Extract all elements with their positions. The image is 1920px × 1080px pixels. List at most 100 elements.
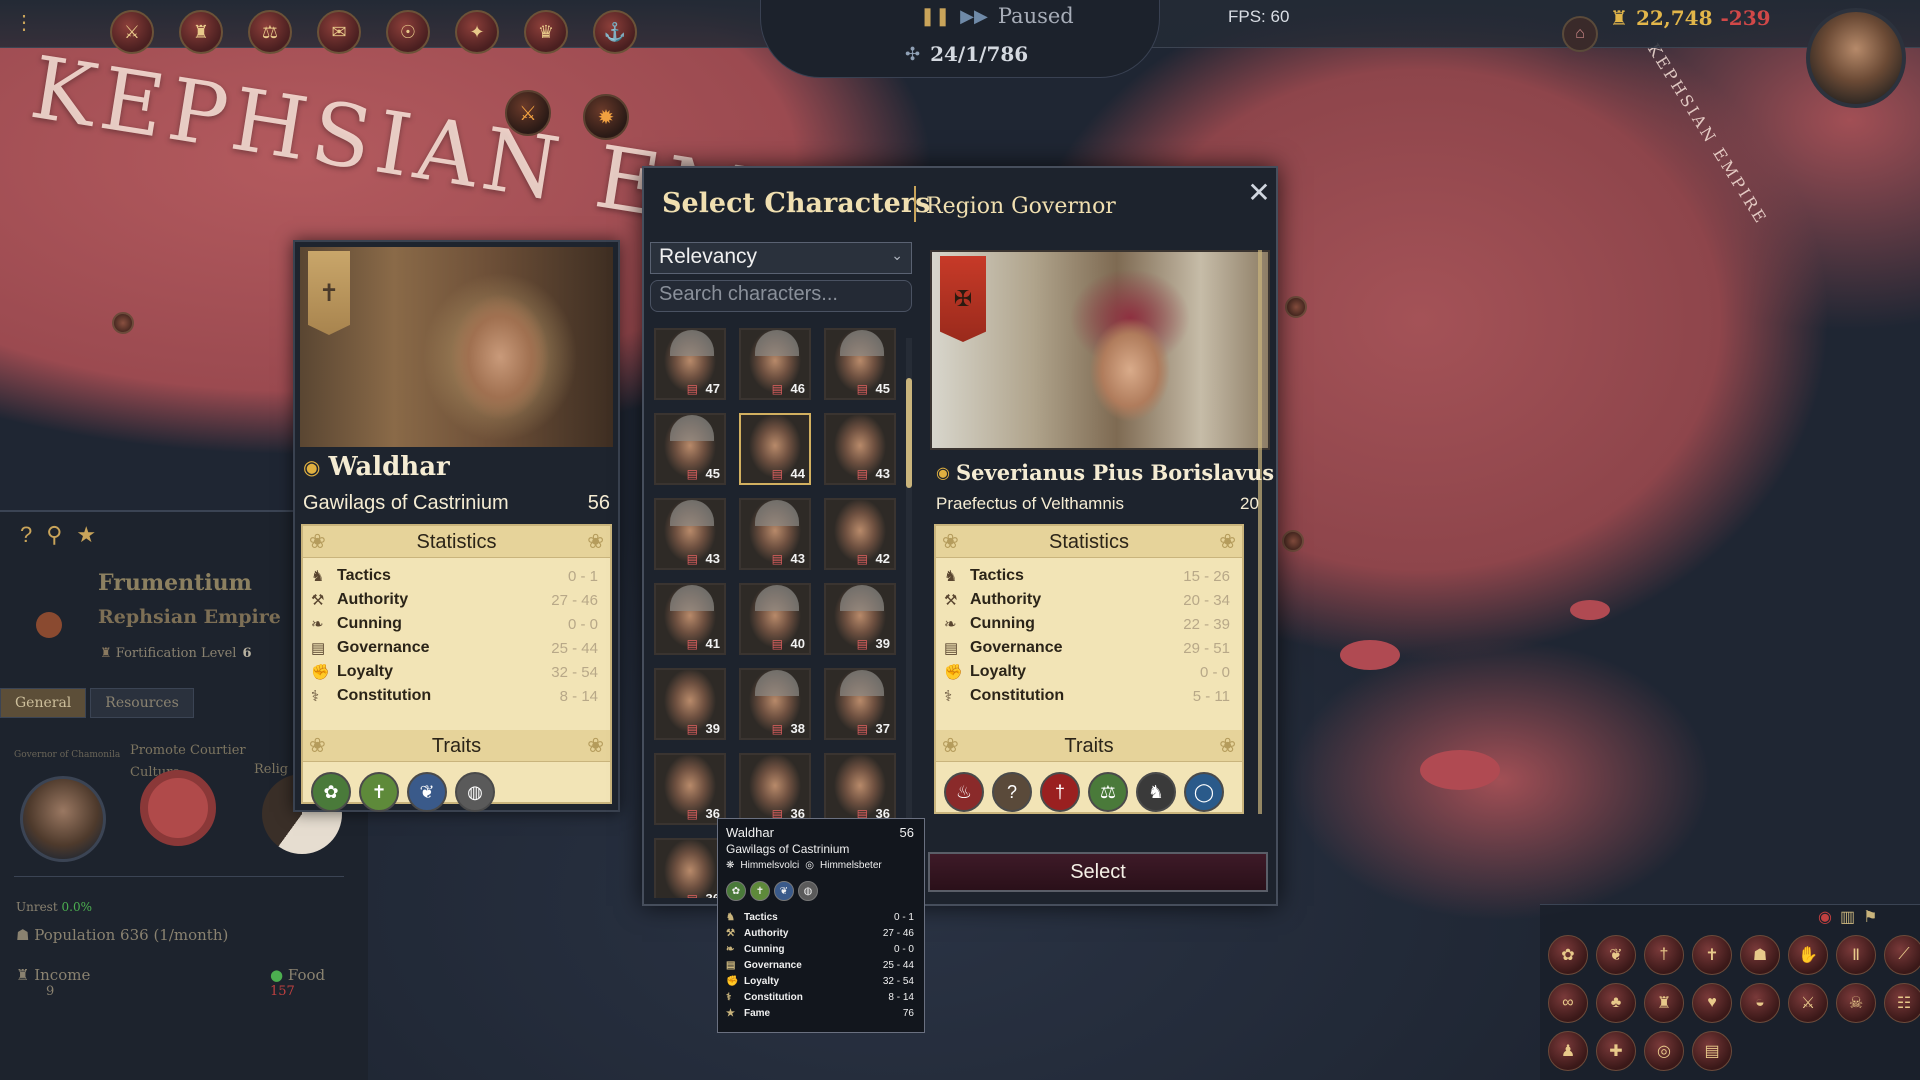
gift-action-icon[interactable]: ✚ [1596,1031,1636,1071]
sort-dropdown[interactable]: Relevancy ⌄ [650,242,912,274]
target-action-icon[interactable]: ◎ [1644,1031,1684,1071]
top-menu-icons: ⚔ ♜ ⚖ ✉ ☉ ✦ ♛ ⚓ [110,10,637,54]
tree-action-icon[interactable]: ♣ [1596,983,1636,1023]
scroll-action-icon[interactable]: ▤ [1692,1031,1732,1071]
character-grid-item[interactable]: ▤ 38 [739,668,811,740]
trade-icon[interactable]: ⚓ [593,10,637,54]
people-action-icon[interactable]: ☷ [1884,983,1920,1023]
crowd-action-icon[interactable]: ☗ [1740,935,1780,975]
shield-trait-icon[interactable]: ◍ [455,772,495,812]
character-grid-item[interactable]: ▤ 39 [654,668,726,740]
character-grid-item[interactable]: ▤ 41 [654,583,726,655]
dove-trait-icon[interactable]: ❦ [407,772,447,812]
character-grid-scroll[interactable]: ▤ 47 ▤ 46 ▤ 45 ▤ 45 ▤ 44 ▤ 43 ▤ 43 ▤ 43 ▤ 42 ▤ 41 ▤ 40 ▤ 39 ▤ 39 ▤… [650,328,912,898]
bread-action-icon[interactable]: ◒ [1740,983,1780,1023]
wreath-action-icon[interactable]: ✿ [1548,935,1588,975]
governance-icon: ▤ [771,382,783,396]
governance-icon: ▤ [856,382,868,396]
character-grid-item[interactable]: ▤ 43 [654,498,726,570]
divider [14,876,344,877]
characters-icon[interactable]: ♜ [179,10,223,54]
close-icon[interactable]: ✕ [1244,178,1274,208]
character-grid-item[interactable]: ▤ 43 [739,498,811,570]
detail-scrollbar[interactable] [1258,250,1262,814]
character-grid-item[interactable]: ▤36 [654,753,726,825]
map-action-button[interactable]: ⚔ [505,90,551,136]
pillar-action-icon[interactable]: Ⅱ [1836,935,1876,975]
character-grid-item[interactable]: ▤ 44 [739,413,811,485]
character-grid-item[interactable]: ▤ 39 [824,583,896,655]
cross-trait-icon[interactable]: ✝ [359,772,399,812]
religion-icon[interactable]: ☉ [386,10,430,54]
capital-icon[interactable]: ⌂ [1562,16,1598,52]
sword-trait-icon[interactable]: † [1040,772,1080,812]
tab-general[interactable]: General [0,688,87,718]
sword-action-icon[interactable]: † [1644,935,1684,975]
character-grid-item[interactable]: ▤ 45 [654,413,726,485]
coin-action-icon[interactable]: ♜ [1644,983,1684,1023]
tooltip-stat-row: ⚒ Authority 27 - 46 [726,925,916,941]
character-grid-item[interactable]: ▤ 45 [824,328,896,400]
military-icon[interactable]: ⚔ [110,10,154,54]
question-trait-icon[interactable]: ? [992,772,1032,812]
governor-portrait[interactable] [20,776,106,862]
fps-counter: FPS: 60 [1228,7,1290,26]
paused-label: Paused [997,4,1074,28]
character-grid-item[interactable]: ▤ 40 [739,583,811,655]
flag-icon[interactable]: ⚑ [1863,907,1877,927]
speed-icon[interactable]: ▶▶ [960,6,988,27]
pin-icon[interactable]: ⚲ [46,522,62,548]
character-grid-item[interactable]: ▤ 46 [739,328,811,400]
treasury[interactable]: ♜ 22,748 -239 [1610,6,1771,30]
scales-trait-icon[interactable]: ⚖ [1088,772,1128,812]
hand-action-icon[interactable]: ✋ [1788,935,1828,975]
menu-icon[interactable]: ⋮ [14,10,34,35]
character-grid-item[interactable]: ▤36 [739,753,811,825]
character-grid-item[interactable]: ▤36 [824,753,896,825]
pause-icon[interactable]: ❚❚ [920,6,950,27]
character-grid-item[interactable]: ▤ 37 [824,668,896,740]
star-icon[interactable]: ★ [76,522,96,548]
ring-trait-icon[interactable]: ◯ [1184,772,1224,812]
character-grid-item[interactable]: ▤36 [654,838,726,898]
city-marker[interactable] [112,312,134,334]
blade-action-icon[interactable]: ⚔ [1788,983,1828,1023]
governor-label: Governor of Chamonila [14,750,121,760]
building-icon[interactable]: ▥ [1840,907,1855,927]
city-marker[interactable] [1282,530,1304,552]
grid-scrollbar-thumb[interactable] [906,378,912,488]
stat-row-loyalty: ✊ Loyalty 0 - 0 [936,660,1242,684]
cross-action-icon[interactable]: ✝ [1692,935,1732,975]
stat-name: Loyalty [970,663,1027,680]
wreath-trait-icon[interactable]: ✿ [311,772,351,812]
spear-action-icon[interactable]: ⟋ [1884,935,1920,975]
person-action-icon[interactable]: ♟ [1548,1031,1588,1071]
map-action-button[interactable]: ✹ [583,94,629,140]
tooltip-stat-value: 76 [902,1007,914,1019]
senate-icon[interactable]: ♛ [524,10,568,54]
character-grid-item[interactable]: ▤ 42 [824,498,896,570]
search-input[interactable]: Search characters... [650,280,912,312]
dove-action-icon[interactable]: ❦ [1596,935,1636,975]
tooltip-traits: ✿ ✝ ❦ ◍ [726,881,916,901]
help-icon[interactable]: ? [20,522,32,548]
character-grid-item[interactable]: ▤ 47 [654,328,726,400]
rings-action-icon[interactable]: ∞ [1548,983,1588,1023]
character-grid-item[interactable]: ▤ 43 [824,413,896,485]
tab-resources[interactable]: Resources [90,688,194,718]
laws-icon[interactable]: ✉ [317,10,361,54]
economy-icon[interactable]: ⚖ [248,10,292,54]
map-island [1420,750,1500,790]
horse-trait-icon[interactable]: ♞ [1136,772,1176,812]
heart-action-icon[interactable]: ♥ [1692,983,1732,1023]
wine-trait-icon[interactable]: ♨ [944,772,984,812]
stat-row-tactics: ♞ Tactics 0 - 1 [303,564,610,588]
select-button[interactable]: Select [928,852,1268,892]
promote-courtier-label[interactable]: Promote Courtier [130,740,246,762]
region-emblem-icon [36,612,62,638]
record-icon[interactable]: ◉ [1818,907,1832,927]
city-marker[interactable] [1285,296,1307,318]
ruler-avatar[interactable] [1806,8,1906,108]
skull-action-icon[interactable]: ☠ [1836,983,1876,1023]
diplomacy-icon[interactable]: ✦ [455,10,499,54]
